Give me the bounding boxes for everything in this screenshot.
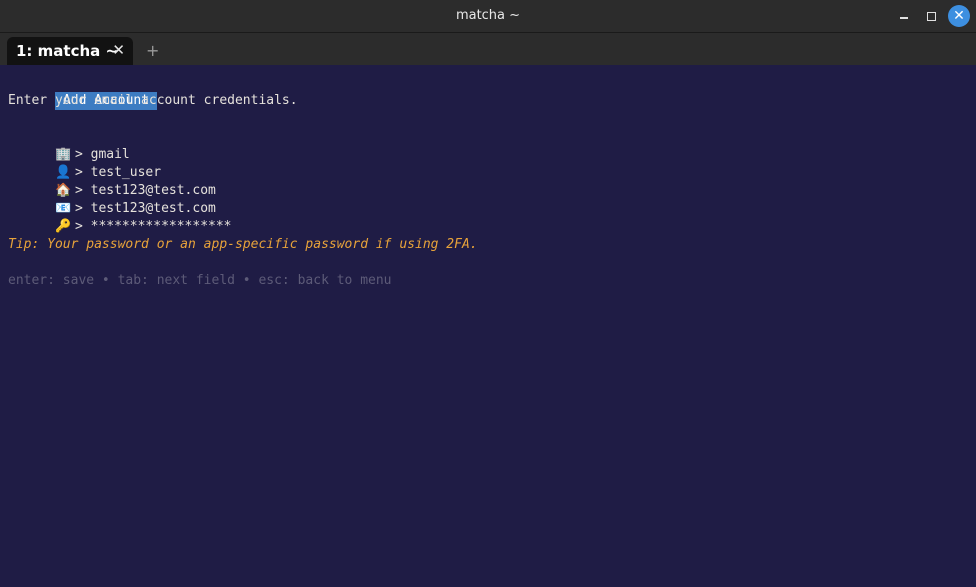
terminal-window: matcha ~ ✕ 1: matcha ~ ✕ + Add Account E… bbox=[0, 0, 976, 587]
title-bar[interactable]: matcha ~ ✕ bbox=[0, 0, 976, 33]
new-tab-button[interactable]: + bbox=[146, 41, 159, 60]
tab-matcha[interactable]: 1: matcha ~ ✕ bbox=[7, 37, 133, 65]
close-icon: ✕ bbox=[953, 8, 965, 24]
maximize-icon bbox=[926, 11, 936, 21]
tab-close-icon[interactable]: ✕ bbox=[112, 41, 125, 59]
tab-bar: 1: matcha ~ ✕ + bbox=[0, 33, 976, 65]
field-password[interactable]: 🔑 > ****************** bbox=[8, 200, 232, 234]
minimize-icon bbox=[900, 17, 908, 19]
tab-label: 1: matcha ~ bbox=[16, 42, 119, 60]
field-provider[interactable]: 🏢 > gmail bbox=[8, 128, 130, 162]
field-email[interactable]: 📧 > test123@test.com bbox=[8, 182, 216, 216]
maximize-button[interactable] bbox=[921, 6, 941, 26]
window-title: matcha ~ bbox=[455, 8, 521, 23]
form-header-row: Add Account bbox=[8, 74, 158, 110]
key-icon: 🔑 bbox=[54, 219, 72, 234]
close-window-button[interactable]: ✕ bbox=[948, 5, 970, 27]
terminal-content[interactable]: Add Account Enter your email account cre… bbox=[0, 65, 976, 587]
prompt-symbol: > bbox=[74, 219, 83, 234]
tip-text: Tip: Your password or an app-specific pa… bbox=[8, 237, 478, 252]
minimize-button[interactable] bbox=[894, 6, 914, 26]
field-value: ****************** bbox=[90, 219, 232, 234]
form-subtitle: Enter your email account credentials. bbox=[8, 93, 298, 108]
field-username[interactable]: 👤 > test_user bbox=[8, 146, 161, 180]
help-text: enter: save • tab: next field • esc: bac… bbox=[8, 273, 392, 288]
field-home-address[interactable]: 🏠 > test123@test.com bbox=[8, 164, 216, 198]
